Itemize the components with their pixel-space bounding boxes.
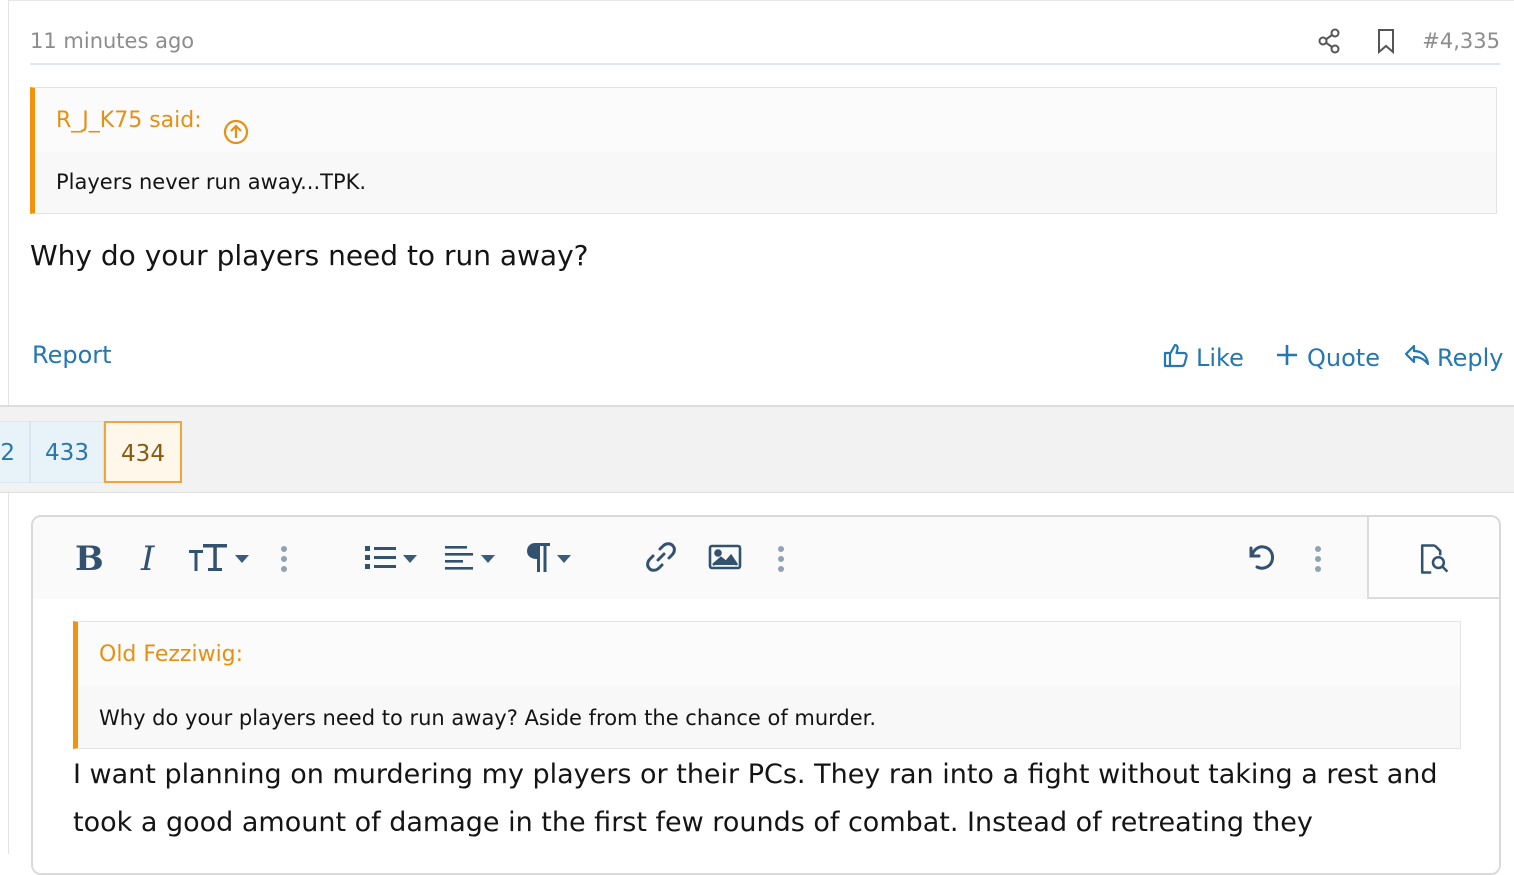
- pagination-bar: 2 433 434: [0, 405, 1514, 493]
- italic-button[interactable]: I: [141, 539, 154, 579]
- quote-button[interactable]: Quote: [1273, 341, 1380, 375]
- text-size-button[interactable]: [187, 539, 249, 579]
- reply-editor-section: B I Old Fezziwig: Why do your players ne…: [8, 493, 1514, 875]
- image-button[interactable]: [707, 539, 743, 579]
- image-icon: [707, 539, 743, 579]
- like-button[interactable]: Like: [1162, 341, 1244, 375]
- chevron-down-icon: [557, 555, 571, 563]
- quote-block: R_J_K75 said: Players never run away...T…: [30, 87, 1497, 214]
- link-button[interactable]: [643, 539, 679, 579]
- bookmark-icon[interactable]: [1372, 27, 1400, 55]
- paragraph-icon: [523, 539, 553, 579]
- page-link-current[interactable]: 434: [104, 421, 182, 483]
- post-header: 11 minutes ago #4,335: [30, 23, 1500, 65]
- rich-text-editor: B I Old Fezziwig: Why do your players ne…: [31, 515, 1501, 875]
- like-label: Like: [1196, 344, 1244, 372]
- editor-quote-block: Old Fezziwig: Why do your players need t…: [73, 621, 1461, 749]
- arrow-up-circle-icon[interactable]: [223, 106, 249, 145]
- report-button[interactable]: Report: [32, 341, 112, 369]
- thumbs-up-icon: [1162, 341, 1190, 375]
- paragraph-button[interactable]: [523, 539, 571, 579]
- quote-text: Players never run away...TPK.: [56, 170, 367, 194]
- forum-post: 11 minutes ago #4,335 R_J_K75 said: Play…: [8, 0, 1514, 406]
- post-actions: Report Like Quote Reply: [30, 341, 1503, 381]
- page-link[interactable]: 2: [0, 421, 30, 483]
- link-icon: [643, 539, 679, 579]
- plus-icon: [1273, 341, 1301, 375]
- report-label: Report: [32, 341, 112, 369]
- editor-content-area[interactable]: Old Fezziwig: Why do your players need t…: [33, 599, 1499, 873]
- undo-icon: [1243, 539, 1279, 579]
- post-number-link[interactable]: #4,335: [1422, 29, 1500, 53]
- post-body: Why do your players need to run away?: [30, 239, 589, 272]
- quote-author-said[interactable]: R_J_K75 said:: [56, 108, 202, 133]
- reply-label: Reply: [1437, 344, 1504, 372]
- text-size-icon: [187, 539, 231, 579]
- editor-toolbar: B I: [33, 517, 1367, 599]
- undo-button[interactable]: [1243, 539, 1279, 579]
- more-options-icon[interactable]: [776, 539, 786, 579]
- reply-arrow-icon: [1403, 341, 1431, 375]
- quote-label: Quote: [1307, 344, 1380, 372]
- editor-quote-text: Why do your players need to run away? As…: [99, 706, 877, 730]
- page-link[interactable]: 433: [30, 421, 104, 483]
- align-button[interactable]: [443, 539, 495, 579]
- more-options-icon[interactable]: [1313, 539, 1323, 579]
- editor-quote-author: Old Fezziwig:: [78, 622, 1460, 686]
- bulleted-list-icon: [363, 539, 399, 579]
- chevron-down-icon: [403, 555, 417, 563]
- share-icon[interactable]: [1315, 27, 1343, 55]
- reply-button[interactable]: Reply: [1403, 341, 1503, 375]
- align-left-icon: [443, 539, 477, 579]
- editor-text[interactable]: I want planning on murdering my players …: [73, 751, 1463, 847]
- chevron-down-icon: [481, 555, 495, 563]
- preview-document-icon: [1413, 539, 1453, 579]
- more-options-icon[interactable]: [279, 539, 289, 579]
- chevron-down-icon: [235, 555, 249, 563]
- quote-title: R_J_K75 said:: [35, 88, 1496, 152]
- bold-button[interactable]: B: [75, 539, 104, 579]
- list-button[interactable]: [363, 539, 417, 579]
- post-timestamp[interactable]: 11 minutes ago: [30, 29, 194, 53]
- preview-toggle[interactable]: [1367, 517, 1499, 599]
